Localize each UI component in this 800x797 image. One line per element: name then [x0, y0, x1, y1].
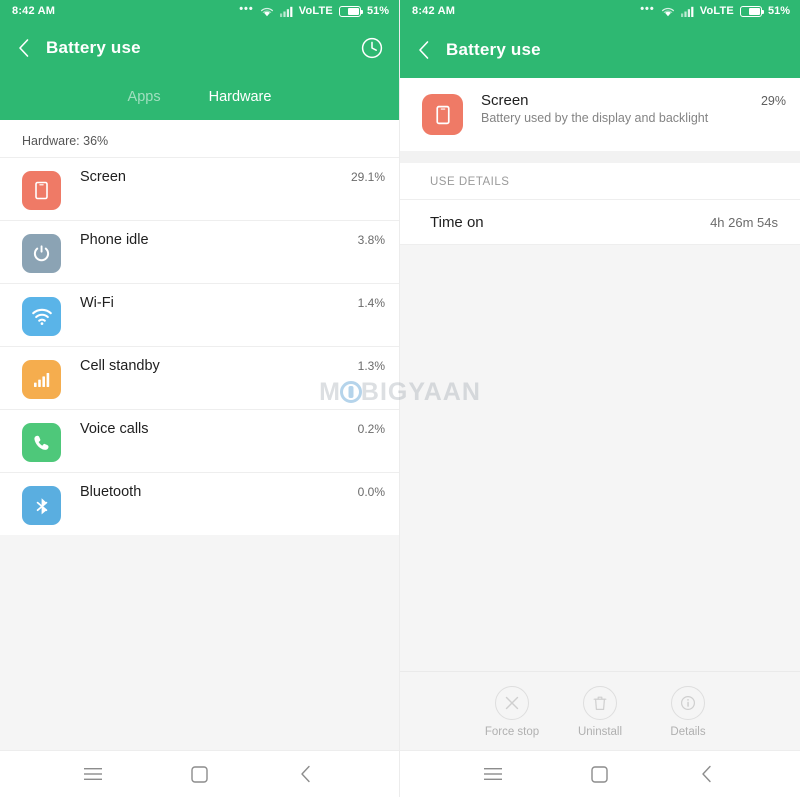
- network-type-label: VoLTE: [298, 5, 333, 17]
- status-bar: 8:42 AM ••• VoLTE 51%: [0, 0, 399, 22]
- cellular-signal-icon: [680, 6, 694, 17]
- battery-icon: [739, 5, 765, 17]
- wifi-icon: [260, 7, 273, 16]
- app-usage-percent: 29%: [760, 94, 786, 108]
- home-square-icon[interactable]: [179, 759, 219, 789]
- list-item-body: Voice calls 0.2%: [80, 420, 385, 437]
- list-item-percent: 3.8%: [357, 233, 385, 247]
- status-bar-time: 8:42 AM: [412, 5, 456, 17]
- left-app-bar: Battery use: [0, 22, 399, 74]
- system-nav-bar: [400, 750, 800, 797]
- battery-percent-label: 51%: [366, 5, 389, 17]
- back-chevron-icon[interactable]: [687, 759, 727, 789]
- list-item-percent: 0.2%: [357, 422, 385, 436]
- list-item-percent: 1.4%: [357, 296, 385, 310]
- list-item-label: Cell standby: [80, 358, 160, 374]
- bluetooth-icon: [22, 486, 61, 525]
- tab-hardware[interactable]: Hardware: [209, 89, 272, 105]
- list-item-percent: 29.1%: [350, 170, 385, 184]
- screen-icon: [422, 94, 463, 135]
- list-item-body: Wi-Fi 1.4%: [80, 294, 385, 311]
- back-chevron-icon[interactable]: [412, 39, 434, 61]
- close-x-icon: [495, 686, 529, 720]
- wifi-icon: [661, 7, 674, 16]
- battery-icon: [338, 5, 364, 17]
- cellular-signal-icon: [279, 6, 293, 17]
- details-label: Details: [670, 726, 706, 738]
- network-type-label: VoLTE: [699, 5, 734, 17]
- use-details-section-title: USE DETAILS: [400, 163, 800, 199]
- right-phone-screen: 8:42 AM ••• VoLTE 51% Battery use Screen…: [400, 0, 800, 797]
- list-item[interactable]: Wi-Fi 1.4%: [0, 283, 399, 346]
- list-item-body: Screen 29.1%: [80, 168, 385, 185]
- signal-bars-icon: [22, 360, 61, 399]
- power-icon: [22, 234, 61, 273]
- phone-call-icon: [22, 423, 61, 462]
- status-bar-time: 8:42 AM: [12, 5, 56, 17]
- list-item-label: Voice calls: [80, 421, 149, 437]
- left-empty-area: [0, 535, 399, 750]
- info-icon: [671, 686, 705, 720]
- list-item-body: Cell standby 1.3%: [80, 357, 385, 374]
- more-dots-icon: •••: [640, 2, 655, 15]
- app-name-label: Screen: [481, 92, 529, 109]
- status-bar-icons: ••• VoLTE 51%: [640, 2, 790, 17]
- list-item-body: Phone idle 3.8%: [80, 231, 385, 248]
- left-content: Hardware: 36% Screen 29.1% Phone idle 3.…: [0, 120, 399, 750]
- menu-icon[interactable]: [73, 759, 113, 789]
- menu-icon[interactable]: [473, 759, 513, 789]
- app-detail-body: Screen 29% Battery used by the display a…: [481, 92, 786, 127]
- list-item[interactable]: Screen 29.1%: [0, 157, 399, 220]
- uninstall-label: Uninstall: [577, 726, 623, 738]
- detail-value: 4h 26m 54s: [710, 214, 778, 230]
- force-stop-button[interactable]: Force stop: [479, 686, 545, 738]
- list-item-percent: 0.0%: [357, 485, 385, 499]
- uninstall-button[interactable]: Uninstall: [567, 686, 633, 738]
- list-item-label: Wi-Fi: [80, 295, 114, 311]
- left-phone-screen: 8:42 AM ••• VoLTE 51% Battery use Apps H…: [0, 0, 400, 797]
- wifi-icon: [22, 297, 61, 336]
- detail-row: Time on 4h 26m 54s: [400, 199, 800, 245]
- home-square-icon[interactable]: [580, 759, 620, 789]
- battery-percent-label: 51%: [767, 5, 790, 17]
- right-empty-area: [400, 245, 800, 671]
- app-detail-header: Screen 29% Battery used by the display a…: [400, 78, 800, 151]
- list-item-label: Screen: [80, 169, 126, 185]
- tab-apps[interactable]: Apps: [128, 89, 161, 105]
- clock-history-icon[interactable]: [359, 35, 385, 61]
- back-chevron-icon[interactable]: [286, 759, 326, 789]
- system-nav-bar: [0, 750, 399, 797]
- trash-icon: [583, 686, 617, 720]
- page-title: Battery use: [46, 38, 141, 57]
- right-app-bar: Battery use: [400, 22, 800, 78]
- list-item-percent: 1.3%: [357, 359, 385, 373]
- more-dots-icon: •••: [239, 2, 254, 15]
- status-bar-icons: ••• VoLTE 51%: [239, 2, 389, 17]
- tab-bar: Apps Hardware: [0, 74, 399, 120]
- list-item-label: Bluetooth: [80, 484, 142, 500]
- list-item[interactable]: Phone idle 3.8%: [0, 220, 399, 283]
- app-description-label: Battery used by the display and backligh…: [481, 111, 709, 125]
- list-item[interactable]: Cell standby 1.3%: [0, 346, 399, 409]
- list-item[interactable]: Bluetooth 0.0%: [0, 472, 399, 535]
- detail-key: Time on: [430, 213, 484, 231]
- screen-icon: [22, 171, 61, 210]
- back-chevron-icon[interactable]: [12, 37, 34, 59]
- list-item[interactable]: Voice calls 0.2%: [0, 409, 399, 472]
- list-item-label: Phone idle: [80, 232, 149, 248]
- status-bar: 8:42 AM ••• VoLTE 51%: [400, 0, 800, 22]
- action-bar: Force stop Uninstall Details: [400, 671, 800, 750]
- page-title: Battery use: [446, 40, 541, 59]
- hardware-usage-list: Screen 29.1% Phone idle 3.8% Wi-Fi 1.4% …: [0, 157, 399, 535]
- details-button[interactable]: Details: [655, 686, 721, 738]
- list-item-body: Bluetooth 0.0%: [80, 483, 385, 500]
- force-stop-label: Force stop: [484, 726, 540, 738]
- hardware-summary-label: Hardware: 36%: [0, 120, 399, 157]
- section-divider: [400, 151, 800, 163]
